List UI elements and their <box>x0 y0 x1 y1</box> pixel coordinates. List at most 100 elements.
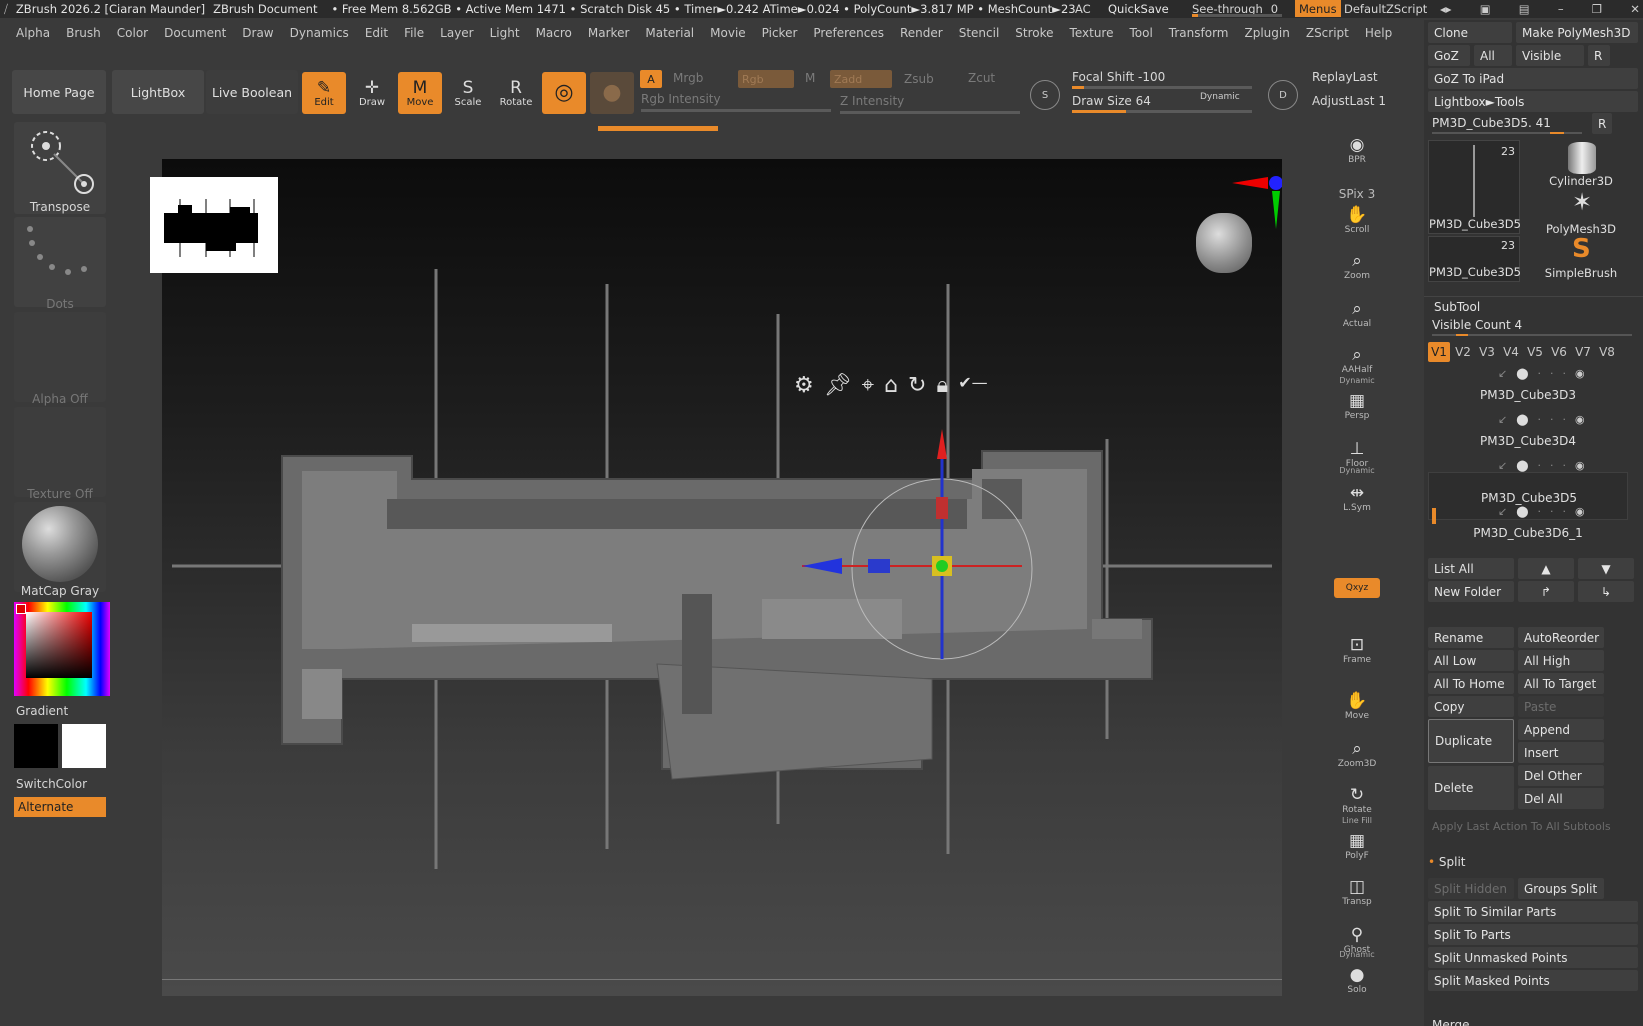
del-all-button[interactable]: Del All <box>1518 788 1604 809</box>
material-slot[interactable] <box>14 502 106 592</box>
merge-section-title[interactable]: Merge <box>1432 1018 1469 1026</box>
folder-out-icon[interactable]: ↳ <box>1578 581 1634 602</box>
draw-size-slider[interactable]: Draw Size 64 <box>1072 94 1151 108</box>
zsub-button[interactable]: Zsub <box>904 72 934 86</box>
menu-edit[interactable]: Edit <box>365 26 388 40</box>
menu-alpha[interactable]: Alpha <box>16 26 50 40</box>
subtool-arrow-icon[interactable]: ↙ <box>1498 367 1507 380</box>
visibility-tab-v3[interactable]: V3 <box>1476 342 1498 362</box>
menu-zscript[interactable]: ZScript <box>1306 26 1349 40</box>
paste-button[interactable]: Paste <box>1518 696 1604 717</box>
dynamic-label[interactable]: Dynamic <box>1200 92 1240 102</box>
menu-stroke[interactable]: Stroke <box>1015 26 1053 40</box>
split-to-parts-button[interactable]: Split To Parts <box>1428 924 1638 945</box>
subtool-brush-icon[interactable]: · <box>1550 413 1554 426</box>
mrgb-button[interactable]: Mrgb <box>673 71 703 85</box>
alternate-button[interactable]: Alternate <box>14 797 106 817</box>
current-tool-r-button[interactable]: R <box>1592 113 1612 134</box>
menu-marker[interactable]: Marker <box>588 26 629 40</box>
subtool-brush-icon[interactable]: · <box>1550 459 1554 472</box>
subtool-brush-icon[interactable]: · <box>1550 505 1554 518</box>
menu-light[interactable]: Light <box>490 26 520 40</box>
move-up-arrow-icon[interactable]: ▲ <box>1518 558 1574 579</box>
quicksave-button[interactable]: QuickSave <box>1108 0 1169 18</box>
gizmo-settings-icon[interactable]: ⚙ <box>794 373 814 399</box>
append-button[interactable]: Append <box>1518 719 1604 740</box>
split-hidden-button[interactable]: Split Hidden <box>1428 878 1514 899</box>
split-similar-parts-button[interactable]: Split To Similar Parts <box>1428 901 1638 922</box>
minimize-icon[interactable]: – <box>1558 2 1564 16</box>
default-zscript-button[interactable]: DefaultZScript <box>1344 0 1427 18</box>
subtool-flag-icon[interactable]: · <box>1563 413 1567 426</box>
texture-slot[interactable] <box>14 407 106 497</box>
split-masked-button[interactable]: Split Masked Points <box>1428 970 1638 991</box>
subtool-toggle-icon[interactable]: ⬤ <box>1516 505 1528 518</box>
menu-layer[interactable]: Layer <box>440 26 473 40</box>
panel-icon[interactable]: ▤ <box>1519 2 1530 16</box>
restore-icon[interactable]: ❐ <box>1592 2 1602 16</box>
menu-dynamics[interactable]: Dynamics <box>290 26 349 40</box>
subtool-eye-icon[interactable]: ◉ <box>1575 367 1585 380</box>
persp-button[interactable]: ▦ Persp <box>1334 386 1380 426</box>
goz-button[interactable]: GoZ <box>1428 45 1470 66</box>
subtool-toggle-icon[interactable]: ⬤ <box>1516 413 1528 426</box>
split-unmasked-button[interactable]: Split Unmasked Points <box>1428 947 1638 968</box>
color-picker[interactable] <box>14 602 110 696</box>
scroll-button[interactable]: ✋ Scroll <box>1334 200 1380 240</box>
tool-thumb-cylinder[interactable]: Cylinder3D <box>1524 140 1638 188</box>
close-icon[interactable]: ✕ <box>1630 2 1640 16</box>
stroke-symmetry-icon[interactable]: S <box>1030 80 1060 110</box>
subtool-eye-icon[interactable]: ◉ <box>1575 413 1585 426</box>
all-to-target-button[interactable]: All To Target <box>1518 673 1604 694</box>
draw-button[interactable]: ✛ Draw <box>350 72 394 114</box>
tool-thumb-polymesh[interactable]: ✶ PolyMesh3D <box>1524 188 1638 236</box>
subtool-lock-icon[interactable]: · <box>1538 505 1542 518</box>
make-polymesh-button[interactable]: Make PolyMesh3D <box>1516 22 1638 43</box>
z-intensity-slider[interactable] <box>840 111 1020 114</box>
polyf-button[interactable]: ▦ PolyF <box>1334 826 1380 866</box>
menu-help[interactable]: Help <box>1365 26 1392 40</box>
zoom3d-button[interactable]: ⌕ Zoom3D <box>1334 734 1380 774</box>
split-section-title[interactable]: • Split <box>1428 855 1466 869</box>
frame-button[interactable]: ⊡ Frame <box>1334 630 1380 670</box>
delete-button[interactable]: Delete <box>1428 766 1514 810</box>
adjust-last-button[interactable]: AdjustLast 1 <box>1312 94 1386 108</box>
folder-in-icon[interactable]: ↱ <box>1518 581 1574 602</box>
visibility-tab-v4[interactable]: V4 <box>1500 342 1522 362</box>
m-button[interactable]: M <box>805 71 815 85</box>
menu-picker[interactable]: Picker <box>762 26 798 40</box>
visibility-tab-v5[interactable]: V5 <box>1524 342 1546 362</box>
visible-count-slider[interactable]: Visible Count 4 <box>1432 318 1522 332</box>
visibility-tab-v7[interactable]: V7 <box>1572 342 1594 362</box>
stroke-dots[interactable] <box>14 217 106 307</box>
gizmo-home-icon[interactable]: ⌂ <box>884 373 898 399</box>
menu-file[interactable]: File <box>404 26 424 40</box>
subtool-flag-icon[interactable]: · <box>1563 459 1567 472</box>
visibility-tab-v8[interactable]: V8 <box>1596 342 1618 362</box>
subtool-eye-icon[interactable]: ◉ <box>1575 459 1585 472</box>
menu-zplugin[interactable]: Zplugin <box>1245 26 1290 40</box>
material-button[interactable]: ● <box>590 72 634 114</box>
focal-shift-slider[interactable]: Focal Shift -100 <box>1072 70 1165 84</box>
current-tool-slider[interactable]: PM3D_Cube3D5. 41 <box>1432 116 1551 130</box>
subtool-flag-icon[interactable]: · <box>1563 367 1567 380</box>
solo-button[interactable]: ● Solo <box>1334 960 1380 1000</box>
subtool-arrow-icon[interactable]: ↙ <box>1498 459 1507 472</box>
menu-color[interactable]: Color <box>117 26 148 40</box>
goz-ipad-button[interactable]: GoZ To iPad <box>1428 68 1638 89</box>
lazy-mouse-icon[interactable]: D <box>1268 80 1298 110</box>
move-button[interactable]: M Move <box>398 72 442 114</box>
goz-all-button[interactable]: All <box>1474 45 1512 66</box>
menu-brush[interactable]: Brush <box>66 26 101 40</box>
all-low-button[interactable]: All Low <box>1428 650 1514 671</box>
menu-stencil[interactable]: Stencil <box>959 26 1000 40</box>
menu-draw[interactable]: Draw <box>242 26 273 40</box>
subtool-toggle-icon[interactable]: ⬤ <box>1516 367 1528 380</box>
zcut-button[interactable]: Zcut <box>968 71 995 85</box>
apply-last-action-button[interactable]: Apply Last Action To All Subtools <box>1432 820 1611 833</box>
visibility-tab-v1[interactable]: V1 <box>1428 342 1450 362</box>
subtool-scroll-indicator[interactable] <box>1432 508 1436 524</box>
clone-button[interactable]: Clone <box>1428 22 1512 43</box>
groups-split-button[interactable]: Groups Split <box>1518 878 1604 899</box>
subtool-flag-icon[interactable]: · <box>1563 505 1567 518</box>
